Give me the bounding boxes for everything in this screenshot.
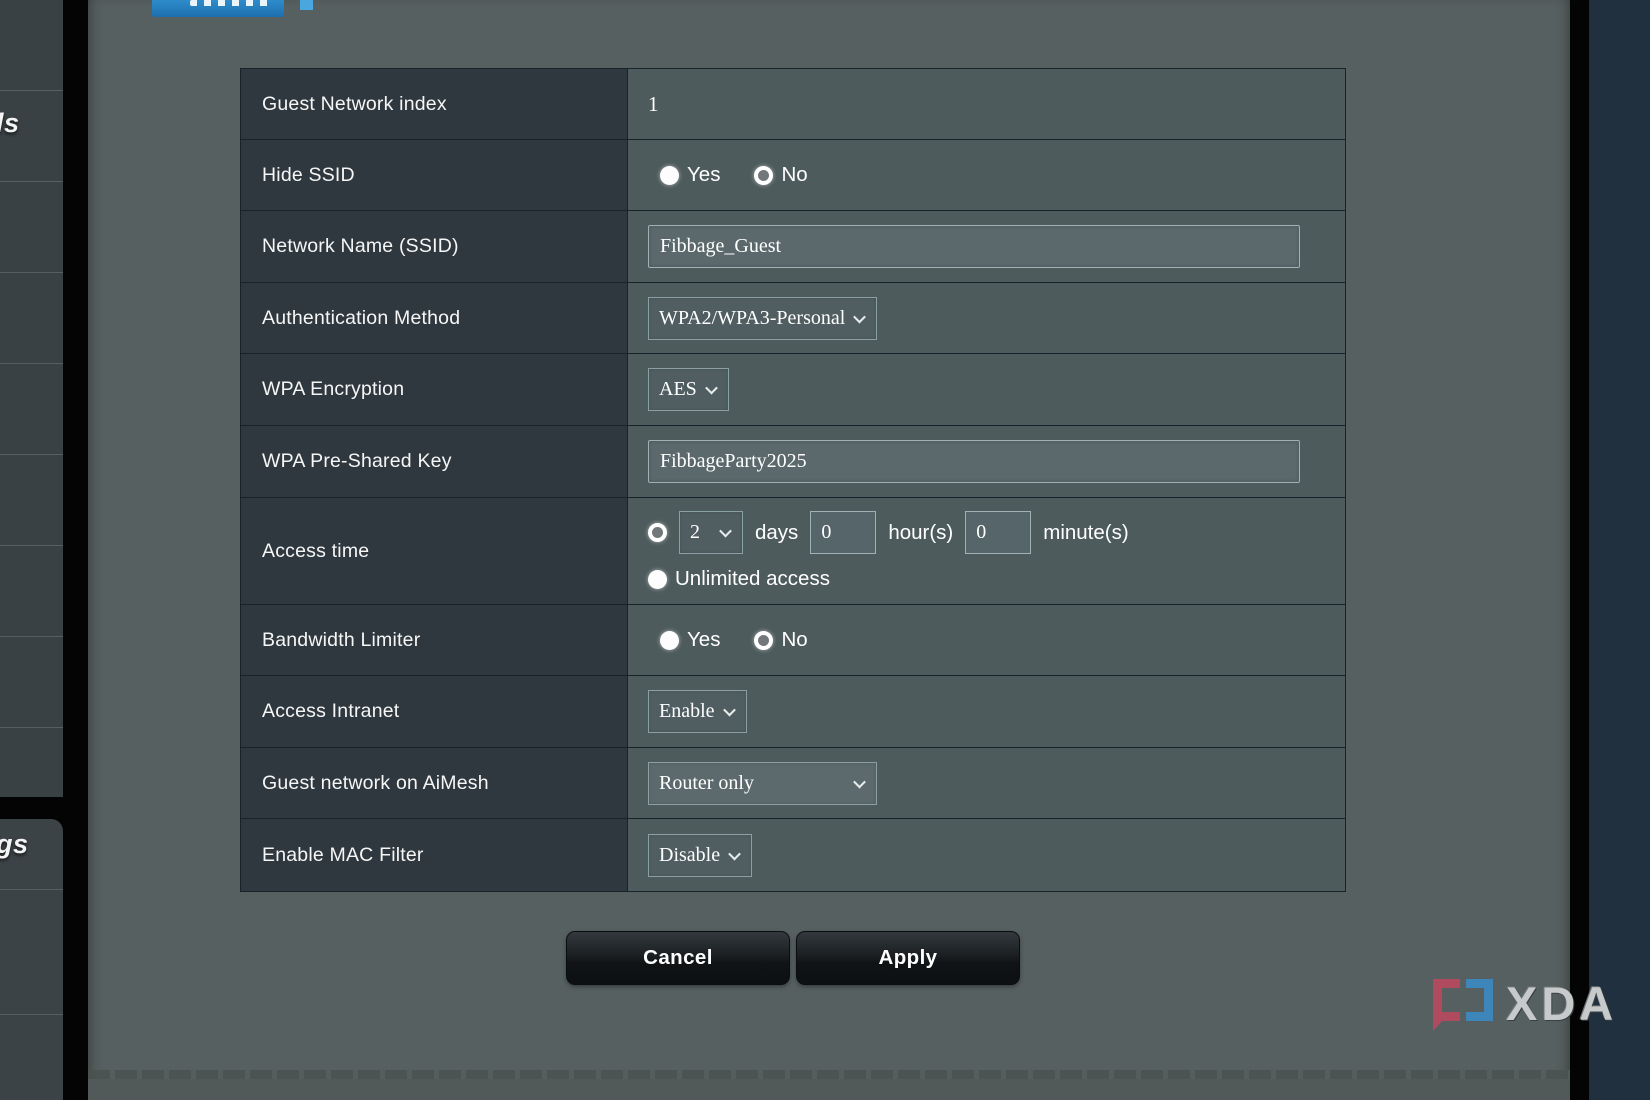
chevron-down-icon: [853, 775, 866, 788]
router-image-fragment: [300, 0, 313, 10]
access-time-scheduled-radio[interactable]: [648, 523, 667, 542]
cancel-button[interactable]: Cancel: [566, 931, 790, 985]
table-row: Guest Network index 1: [241, 69, 1345, 140]
xda-brackets-icon: [1433, 979, 1499, 1029]
hide-ssid-label: Hide SSID: [241, 140, 628, 211]
aimesh-select[interactable]: Router only: [648, 762, 877, 805]
days-unit-label: days: [755, 521, 798, 545]
access-time-days-value: 2: [690, 521, 700, 544]
mac-filter-value: Disable: [659, 844, 720, 867]
divider: [0, 1014, 63, 1015]
minutes-unit-label: minute(s): [1043, 521, 1128, 545]
apply-button[interactable]: Apply: [796, 931, 1020, 985]
guest-network-settings-page: Guest Network index 1 Hide SSID Yes No N…: [88, 0, 1570, 1100]
wpa-psk-input[interactable]: [648, 440, 1300, 483]
table-row: Enable MAC Filter Disable: [241, 819, 1345, 891]
guest-network-index-value: 1: [648, 92, 659, 117]
xda-right-bracket-icon: [1466, 979, 1493, 1021]
network-name-label: Network Name (SSID): [241, 211, 628, 283]
aimesh-value: Router only: [659, 772, 754, 795]
wpa-encryption-select[interactable]: AES: [648, 368, 729, 411]
table-row: Guest network on AiMesh Router only: [241, 748, 1345, 819]
sidebar-top-section[interactable]: ls: [0, 0, 63, 797]
access-intranet-label: Access Intranet: [241, 676, 628, 748]
chevron-down-icon: [719, 525, 732, 538]
wpa-encryption-value-cell: AES: [628, 354, 1345, 426]
mac-filter-value-cell: Disable: [628, 819, 1345, 891]
table-row: Access Intranet Enable: [241, 676, 1345, 748]
bandwidth-limiter-yes-label: Yes: [687, 628, 720, 652]
wpa-psk-label: WPA Pre-Shared Key: [241, 426, 628, 498]
bandwidth-limiter-no-label: No: [781, 628, 807, 652]
wpa-psk-value-cell: [628, 426, 1345, 498]
chevron-down-icon: [853, 310, 866, 323]
wpa-encryption-value: AES: [659, 378, 697, 401]
router-led-dots: [190, 0, 272, 6]
table-row: WPA Encryption AES: [241, 354, 1345, 426]
wpa-encryption-label: WPA Encryption: [241, 354, 628, 426]
hide-ssid-value-cell: Yes No: [628, 140, 1345, 211]
bandwidth-limiter-yes-radio[interactable]: [660, 631, 679, 650]
mac-filter-label: Enable MAC Filter: [241, 819, 628, 891]
sidebar-item-label-fragment[interactable]: gs: [0, 829, 29, 860]
bandwidth-limiter-no-radio[interactable]: [754, 631, 773, 650]
bandwidth-limiter-value-cell: Yes No: [628, 605, 1345, 676]
router-image: [152, 0, 284, 17]
bottom-band: [88, 1079, 1570, 1100]
authentication-method-value-cell: WPA2/WPA3-Personal: [628, 283, 1345, 354]
network-name-value-cell: [628, 211, 1345, 283]
sidebar-item-label-fragment[interactable]: ls: [0, 108, 20, 139]
access-time-days-select[interactable]: 2: [679, 511, 743, 554]
access-time-value-cell: 2 days hour(s) minute(s) Unlimited acces…: [628, 498, 1345, 605]
hide-ssid-yes-label: Yes: [687, 163, 720, 187]
xda-watermark: XDA: [1433, 979, 1617, 1029]
hide-ssid-no-radio[interactable]: [754, 166, 773, 185]
hide-ssid-no-label: No: [781, 163, 807, 187]
guest-network-index-value-cell: 1: [628, 69, 1345, 140]
table-row: WPA Pre-Shared Key: [241, 426, 1345, 498]
chevron-down-icon: [728, 847, 741, 860]
table-row: Hide SSID Yes No: [241, 140, 1345, 211]
access-time-unlimited-radio[interactable]: [648, 570, 667, 589]
mac-filter-select[interactable]: Disable: [648, 834, 752, 877]
xda-logo-text: XDA: [1506, 979, 1617, 1029]
authentication-method-select[interactable]: WPA2/WPA3-Personal: [648, 297, 877, 340]
bandwidth-limiter-label: Bandwidth Limiter: [241, 605, 628, 676]
access-intranet-value-cell: Enable: [628, 676, 1345, 748]
chevron-down-icon: [723, 704, 736, 717]
divider: [0, 889, 63, 890]
hours-unit-label: hour(s): [888, 521, 953, 545]
authentication-method-label: Authentication Method: [241, 283, 628, 354]
guest-network-index-label: Guest Network index: [241, 69, 628, 140]
sidebar-bottom-section[interactable]: gs: [0, 819, 63, 1100]
guest-network-settings-table: Guest Network index 1 Hide SSID Yes No N…: [240, 68, 1346, 892]
table-row: Network Name (SSID): [241, 211, 1345, 283]
right-edge-panel: [1589, 0, 1650, 1100]
xda-bracket-tail: [1433, 1019, 1442, 1031]
table-row: Access time 2 days hour(s) minute(s): [241, 498, 1345, 605]
table-row: Authentication Method WPA2/WPA3-Personal: [241, 283, 1345, 354]
access-intranet-value: Enable: [659, 700, 715, 723]
ssid-input[interactable]: [648, 225, 1300, 268]
action-button-bar: Cancel Apply: [240, 931, 1346, 985]
xda-left-bracket-icon: [1433, 979, 1460, 1021]
chevron-down-icon: [705, 382, 718, 395]
bottom-dashed-divider: [88, 1070, 1570, 1079]
access-time-hours-input[interactable]: [810, 511, 876, 554]
hide-ssid-yes-radio[interactable]: [660, 166, 679, 185]
table-row: Bandwidth Limiter Yes No: [241, 605, 1345, 676]
aimesh-value-cell: Router only: [628, 748, 1345, 819]
aimesh-label: Guest network on AiMesh: [241, 748, 628, 819]
access-time-label: Access time: [241, 498, 628, 605]
authentication-method-value: WPA2/WPA3-Personal: [659, 307, 845, 330]
access-intranet-select[interactable]: Enable: [648, 690, 747, 733]
unlimited-access-label: Unlimited access: [675, 567, 830, 591]
access-time-minutes-input[interactable]: [965, 511, 1031, 554]
